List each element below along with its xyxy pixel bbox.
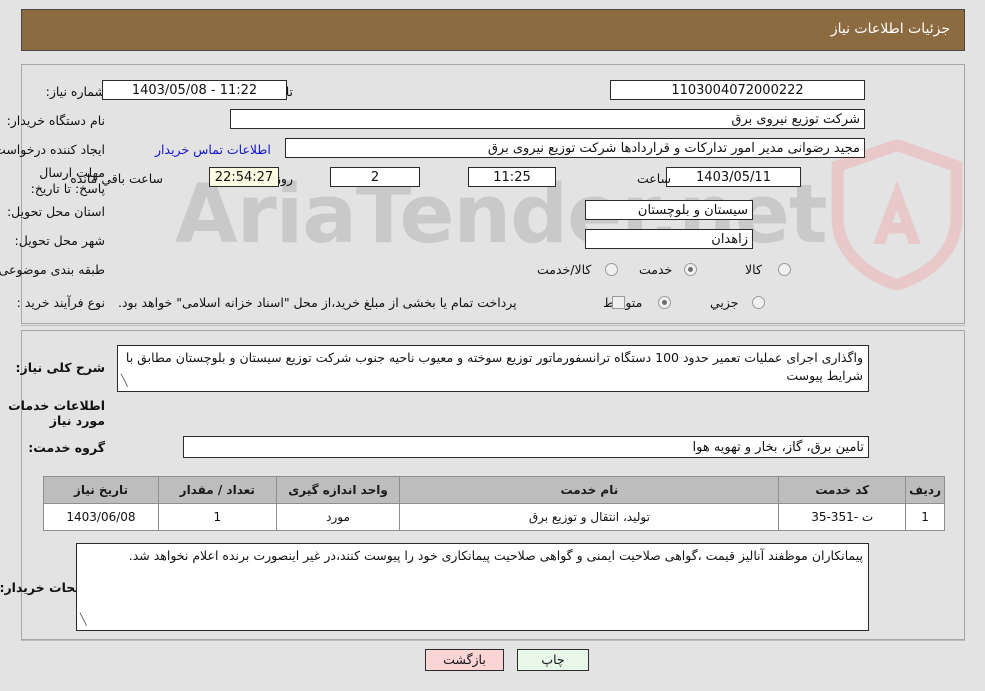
buyer-notes-text: پیمانکاران موظفند آنالیز قیمت ،گواهی صلا…: [128, 548, 863, 563]
table-row: 1 ت -351-35 تولید، انتقال و توزیع برق مو…: [43, 503, 945, 531]
need-description-text: واگذاری اجرای عملیات تعمیر حدود 100 دستگ…: [125, 350, 863, 383]
treasury-bond-checkbox[interactable]: [612, 296, 625, 309]
resize-grip-icon[interactable]: ╱: [121, 372, 128, 390]
cell-service-name: تولید، انتقال و توزیع برق: [399, 503, 780, 531]
back-button[interactable]: بازگشت: [425, 649, 504, 671]
purchase-process-label: نوع فرآیند خرید :: [16, 295, 105, 310]
delivery-city-value: زاهدان: [585, 229, 753, 249]
service-group-value: تامین برق، گاز، بخار و تهویه هوا: [183, 436, 869, 458]
services-table: ردیف کد خدمت نام خدمت واحد اندازه گیری ت…: [43, 476, 945, 531]
buyer-org-value: شرکت توزیع نیروی برق: [230, 109, 865, 129]
page-root: AriaTender.net جزئیات اطلاعات نیاز شماره…: [0, 0, 985, 691]
divider-top: [21, 325, 965, 326]
need-number-label: شماره نیاز:: [45, 84, 105, 99]
remaining-hours-label: ساعت باقي مانده: [70, 171, 163, 186]
col-need-date: تاریخ نیاز: [43, 476, 159, 504]
page-title: جزئیات اطلاعات نیاز: [830, 21, 950, 37]
deadline-hour-label: ساعت: [636, 171, 671, 186]
radio-category-kala-khedmat[interactable]: [605, 263, 618, 276]
table-header-row: ردیف کد خدمت نام خدمت واحد اندازه گیری ت…: [43, 476, 945, 504]
col-service-code: کد خدمت: [778, 476, 907, 504]
remaining-days-value: 2: [330, 167, 420, 187]
radio-process-jozi[interactable]: [752, 296, 765, 309]
radio-process-jozi-label: جزیي: [710, 295, 739, 310]
delivery-province-value: سیستان و بلوچستان: [585, 200, 753, 220]
cell-quantity: 1: [157, 503, 277, 531]
radio-category-khedmat-label: خدمت: [639, 262, 673, 277]
radio-category-kala-label: کالا: [745, 262, 762, 277]
need-description-value[interactable]: واگذاری اجرای عملیات تعمیر حدود 100 دستگ…: [117, 345, 869, 392]
services-section-heading: اطلاعات خدمات مورد نیاز: [8, 398, 105, 428]
buyer-contact-link[interactable]: اطلاعات تماس خریدار: [155, 142, 271, 157]
col-quantity: تعداد / مقدار: [157, 476, 277, 504]
radio-category-kala[interactable]: [778, 263, 791, 276]
cell-unit: مورد: [275, 503, 401, 531]
col-unit: واحد اندازه گیری: [275, 476, 401, 504]
cell-need-date: 1403/06/08: [43, 503, 159, 531]
page-header-bar: جزئیات اطلاعات نیاز: [21, 9, 965, 51]
announce-datetime-value: 11:22 - 1403/05/08: [102, 80, 287, 100]
request-creator-value: مجید رضوانی مدیر امور تدارکات و قرارداده…: [285, 138, 865, 158]
deadline-time-value: 11:25: [468, 167, 556, 187]
service-group-label: گروه خدمت:: [28, 440, 105, 455]
radio-category-kala-khedmat-label: کالا/خدمت: [537, 262, 592, 277]
subject-category-label: طبقه بندی موضوعی:: [0, 262, 105, 277]
col-row-no: ردیف: [905, 476, 945, 504]
cell-row-no: 1: [905, 503, 945, 531]
need-info-panel: [21, 64, 965, 324]
print-button[interactable]: چاپ: [517, 649, 589, 671]
delivery-city-label: شهر محل تحویل:: [14, 233, 105, 248]
col-service-name: نام خدمت: [399, 476, 780, 504]
divider-bottom: [21, 640, 965, 641]
buyer-org-label: نام دستگاه خریدار:: [6, 113, 105, 128]
need-number-value: 1103004072000222: [610, 80, 865, 100]
deadline-date-value: 1403/05/11: [666, 167, 801, 187]
resize-grip-icon-notes[interactable]: ╱: [80, 611, 87, 629]
radio-category-khedmat[interactable]: [684, 263, 697, 276]
cell-service-code: ت -351-35: [778, 503, 907, 531]
countdown-timer: 22:54:27: [209, 167, 279, 187]
delivery-province-label: استان محل تحویل:: [6, 204, 105, 219]
treasury-bond-label: پرداخت تمام یا بخشی از مبلغ خرید،از محل …: [118, 295, 517, 310]
need-description-label: شرح کلی نیاز:: [15, 360, 105, 375]
radio-process-motavaset[interactable]: [658, 296, 671, 309]
buyer-notes-value[interactable]: پیمانکاران موظفند آنالیز قیمت ،گواهی صلا…: [76, 543, 869, 631]
request-creator-label: ایجاد کننده درخواست:: [0, 142, 105, 157]
